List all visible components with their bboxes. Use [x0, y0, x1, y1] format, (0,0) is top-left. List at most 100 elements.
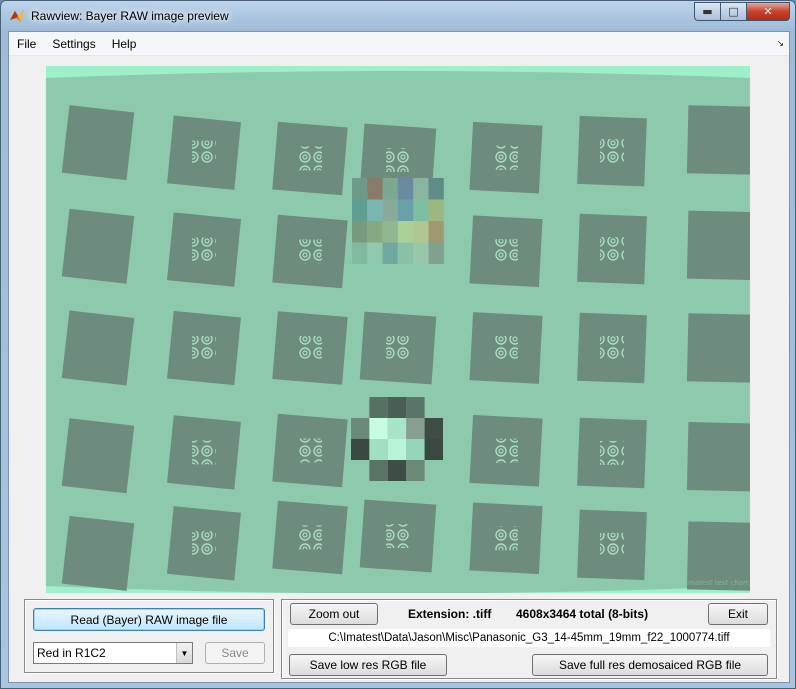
- resolution-target: [494, 336, 518, 360]
- resolution-target: [298, 438, 322, 463]
- resolution-target: [192, 336, 216, 360]
- color-patch: [352, 242, 368, 264]
- color-patch: [413, 221, 429, 243]
- client-area: File Settings Help ↘ Imatest test chart: [8, 31, 790, 683]
- resolution-target: [494, 145, 518, 170]
- gray-patch: [387, 397, 407, 418]
- gray-patch: [406, 418, 425, 439]
- color-patch: [382, 221, 398, 243]
- chevron-down-icon[interactable]: ▼: [176, 643, 192, 663]
- menu-help[interactable]: Help: [104, 37, 145, 51]
- close-button[interactable]: ✕: [746, 2, 790, 21]
- gray-patch: [406, 460, 425, 481]
- color-patch: [428, 178, 444, 200]
- file-path: C:\Imatest\Data\Jason\Misc\Panasonic_G3_…: [288, 629, 770, 647]
- menu-file[interactable]: File: [9, 37, 44, 51]
- chart-square: [686, 313, 750, 383]
- dock-arrow-icon[interactable]: ↘: [776, 38, 784, 49]
- image-size-info: 4608x3464 total (8-bits): [516, 607, 649, 621]
- resolution-target: [298, 336, 322, 360]
- maximize-button[interactable]: □: [720, 2, 746, 21]
- read-panel: Read (Bayer) RAW image file Red in R1C2 …: [24, 599, 274, 673]
- save-full-res-button[interactable]: Save full res demosaiced RGB file: [532, 654, 768, 676]
- color-patch: [352, 178, 368, 200]
- channel-select[interactable]: Red in R1C2 ▼: [33, 642, 193, 664]
- gray-patch: [369, 418, 388, 439]
- color-patch: [397, 199, 414, 221]
- gray-patch: [387, 439, 407, 460]
- resolution-target: [386, 148, 410, 172]
- chart-square: [686, 421, 750, 492]
- gray-patch: [369, 460, 388, 481]
- resolution-target: [600, 532, 624, 557]
- matlab-icon: [10, 10, 24, 22]
- color-patch: [367, 199, 383, 221]
- resolution-target: [192, 440, 216, 465]
- zoom-out-button[interactable]: Zoom out: [290, 603, 378, 625]
- color-patch: [367, 178, 383, 200]
- resolution-target: [600, 237, 624, 262]
- resolution-target: [494, 239, 518, 264]
- save-button: Save: [205, 642, 265, 664]
- color-patch: [352, 221, 368, 243]
- gray-patch: [387, 460, 407, 481]
- gray-patch: [424, 439, 443, 460]
- resolution-target: [298, 146, 322, 171]
- gray-patch: [406, 397, 425, 418]
- color-patches-top: [352, 178, 444, 264]
- color-patch: [382, 178, 398, 200]
- resolution-target: [494, 438, 518, 463]
- resolution-target: [386, 524, 410, 548]
- exit-button[interactable]: Exit: [708, 603, 768, 625]
- chart-square: [61, 105, 135, 181]
- resolution-target: [600, 440, 624, 465]
- resolution-target: [386, 336, 410, 360]
- app-window: Rawview: Bayer RAW image preview ▬ □ ✕ F…: [0, 0, 796, 689]
- channel-select-value: Red in R1C2: [37, 646, 106, 660]
- color-patch: [428, 221, 444, 243]
- menu-settings[interactable]: Settings: [44, 37, 103, 51]
- resolution-target: [192, 531, 216, 556]
- chart-watermark: Imatest test chart: [686, 579, 749, 587]
- color-patch: [352, 199, 368, 221]
- window-title: Rawview: Bayer RAW image preview: [31, 9, 229, 23]
- extension-label: Extension: .tiff: [408, 607, 492, 621]
- gray-patch: [369, 397, 388, 418]
- chart-square: [61, 515, 135, 591]
- image-preview[interactable]: Imatest test chart: [46, 66, 750, 593]
- info-panel: Zoom out Extension: .tiff 4608x3464 tota…: [281, 599, 777, 679]
- color-patch: [413, 178, 429, 200]
- read-raw-button[interactable]: Read (Bayer) RAW image file: [33, 608, 265, 631]
- color-patch: [397, 242, 414, 264]
- gray-patch: [351, 439, 370, 460]
- color-patch: [382, 242, 398, 264]
- chart-square: [61, 418, 135, 494]
- chart-square: [61, 310, 135, 386]
- resolution-target: [192, 237, 216, 262]
- resolution-target: [600, 336, 624, 360]
- gray-patch: [369, 439, 388, 460]
- resolution-target: [298, 239, 322, 264]
- gray-patch: [424, 418, 443, 439]
- save-low-res-button[interactable]: Save low res RGB file: [289, 654, 447, 676]
- gray-patch: [387, 418, 407, 439]
- color-patch: [367, 242, 383, 264]
- color-patch: [397, 221, 414, 243]
- gray-patch: [406, 439, 425, 460]
- resolution-target: [600, 139, 624, 164]
- color-patch: [428, 199, 444, 221]
- title-bar[interactable]: Rawview: Bayer RAW image preview ▬ □ ✕: [1, 1, 795, 31]
- menu-bar: File Settings Help ↘: [9, 32, 789, 56]
- color-patch: [413, 199, 429, 221]
- gray-patch: [351, 418, 370, 439]
- color-patch: [367, 221, 383, 243]
- chart-square: [686, 105, 750, 175]
- color-patch: [428, 242, 444, 264]
- resolution-target: [494, 526, 518, 551]
- minimize-button[interactable]: ▬: [694, 2, 720, 21]
- color-patch: [382, 199, 398, 221]
- resolution-target: [298, 525, 322, 550]
- color-patch: [413, 242, 429, 264]
- chart-square: [686, 210, 750, 281]
- resolution-target: [192, 140, 216, 165]
